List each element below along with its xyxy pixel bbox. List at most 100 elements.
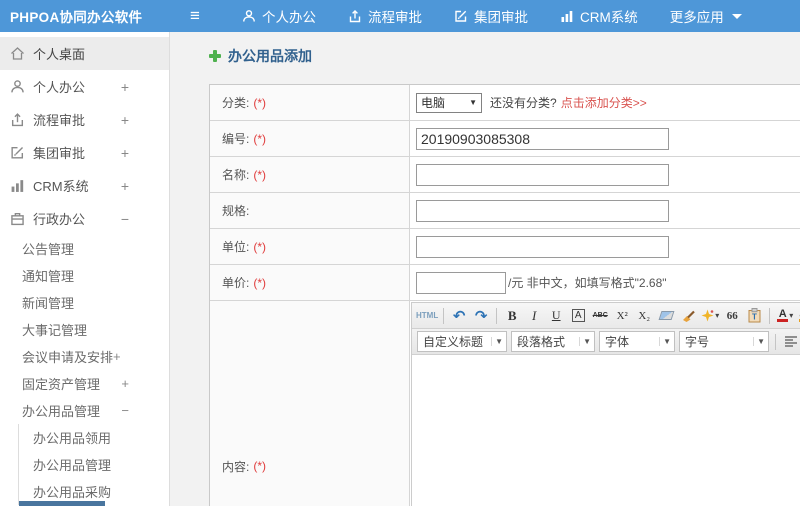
remove-format-icon[interactable] [656,306,676,326]
expand-plus-icon[interactable]: + [121,178,129,194]
expand-plus-icon[interactable]: + [121,145,129,161]
expand-plus-icon[interactable]: + [121,376,129,391]
superscript-button[interactable]: X² [612,306,632,326]
sidebar-item-announcement-mgmt[interactable]: 公告管理 [0,235,169,262]
sidebar-submenu: 公告管理 通知管理 新闻管理 大事记管理 会议申请及安排 + 固定资产管理 + … [0,235,169,505]
app-logo: PHPOA协同办公软件 [10,10,143,25]
align-left-icon[interactable] [781,332,800,352]
sidebar-item-personal-office[interactable]: 个人办公 + [0,70,169,103]
caret-down-icon: ▾ [789,311,794,320]
nav-item-group-approval[interactable]: 集团审批 [454,6,528,26]
bar-chart-icon [10,178,25,193]
auto-typeset-icon[interactable]: ▾ [700,306,720,326]
code-input[interactable] [416,127,669,150]
font-style-button[interactable]: A [568,306,588,326]
category-selected-value: 电脑 [421,96,446,110]
spec-label: 规格: [210,193,410,228]
collapse-minus-icon[interactable]: − [121,403,129,418]
sidebar-item-label: 办公用品管理 [33,458,112,473]
sidebar-item-news-mgmt[interactable]: 新闻管理 [0,289,169,316]
editor-toolbar-row1: HTML ↶ ↷ B I U A ABC X² X₂ ▾ 66 T A ▾ [412,303,800,329]
category-hint-text: 还没有分类? [490,96,557,110]
app-window: PHPOA协同办公软件 ≡ 个人办公 流程审批 集团审批 CRM系统 更多应用 … [0,0,800,506]
page-title: 办公用品添加 [209,46,800,66]
price-input[interactable] [416,271,506,294]
nav-item-crm-system[interactable]: CRM系统 [560,6,638,26]
form-row-spec: 规格: [210,193,800,229]
hamburger-icon[interactable]: ≡ [182,6,208,26]
undo-button[interactable]: ↶ [449,306,469,326]
font-color-button[interactable]: A ▾ [775,306,795,326]
font-family-select[interactable]: 字体 ▼ [599,331,675,352]
source-code-button[interactable]: HTML [416,306,438,326]
spec-input[interactable] [416,199,669,222]
strikethrough-button[interactable]: ABC [590,306,610,326]
collapse-minus-icon[interactable]: − [121,211,129,227]
underline-button[interactable]: U [546,306,566,326]
sidebar-item-label: 办公用品管理 [22,404,101,419]
code-label: 编号: (*) [210,121,410,156]
form-row-code: 编号: (*) [210,121,800,157]
select-caret-icon: ▼ [469,98,477,107]
editor-content-area[interactable] [412,355,800,506]
sidebar-item-supplies-manage[interactable]: 办公用品管理 [19,451,169,478]
font-size-select[interactable]: 字号 ▼ [679,331,769,352]
sidebar-item-notice-mgmt[interactable]: 通知管理 [0,262,169,289]
paste-as-text-icon[interactable]: T [744,306,764,326]
add-plus-icon [209,50,221,62]
sidebar-item-label: 新闻管理 [22,296,75,311]
form-row-content: 内容: (*) HTML ↶ ↷ B I U A ABC X² X₂ ▾ 66 … [210,301,800,506]
nav-label: 集团审批 [474,10,528,25]
sidebar-subsubmenu: 办公用品领用 办公用品管理 办公用品采购 [18,424,169,505]
expand-plus-icon[interactable]: + [121,112,129,128]
required-marker: (*) [253,167,267,182]
sidebar-item-meeting-request[interactable]: 会议申请及安排 + [0,343,169,370]
quick-format-icon[interactable] [678,306,698,326]
category-select[interactable]: 电脑 ▼ [416,92,482,113]
blockquote-button[interactable]: 66 [722,306,742,326]
sidebar-item-supplies-claim[interactable]: 办公用品领用 [19,424,169,451]
user-icon [10,79,25,94]
price-label: 单价: (*) [210,265,410,300]
italic-button[interactable]: I [524,306,544,326]
sidebar-item-workflow-approval[interactable]: 流程审批 + [0,103,169,136]
add-category-link[interactable]: 点击添加分类>> [561,94,647,111]
sidebar-item-admin-office[interactable]: 行政办公 − [0,202,169,235]
nav-label: 个人办公 [262,10,316,25]
paragraph-format-select[interactable]: 段落格式 ▼ [511,331,595,352]
sidebar-item-partially-visible[interactable] [19,501,105,506]
edit-square-icon [10,145,25,160]
sidebar-item-fixed-assets-mgmt[interactable]: 固定资产管理 + [0,370,169,397]
topbar: PHPOA协同办公软件 ≡ 个人办公 流程审批 集团审批 CRM系统 更多应用 [0,0,800,32]
user-icon [242,9,256,23]
custom-title-select[interactable]: 自定义标题 ▼ [417,331,507,352]
sidebar-item-label: 办公用品采购 [33,485,112,500]
sidebar-item-crm-system[interactable]: CRM系统 + [0,169,169,202]
nav-item-workflow-approval[interactable]: 流程审批 [348,6,422,26]
expand-plus-icon[interactable]: + [121,79,129,95]
svg-text:T: T [752,313,757,322]
expand-plus-icon[interactable]: + [113,349,121,364]
sidebar-item-label: 通知管理 [22,269,75,284]
main-content: 办公用品添加 分类: (*) 电脑 ▼ 还没有分类? 点击添加分类>> 编号: … [171,32,800,506]
sidebar-item-group-approval[interactable]: 集团审批 + [0,136,169,169]
name-input[interactable] [416,163,669,186]
select-caret-icon: ▼ [579,337,591,346]
bold-button[interactable]: B [502,306,522,326]
sidebar-item-office-supplies-mgmt[interactable]: 办公用品管理 − [0,397,169,424]
unit-label: 单位: (*) [210,229,410,264]
subscript-button[interactable]: X₂ [634,306,654,326]
form-row-category: 分类: (*) 电脑 ▼ 还没有分类? 点击添加分类>> [210,85,800,121]
caret-down-icon: ▾ [715,311,720,320]
nav-label: 流程审批 [368,10,422,25]
nav-item-more-apps[interactable]: 更多应用 [670,6,742,26]
unit-input[interactable] [416,235,669,258]
sidebar-item-label: 个人办公 [33,80,86,95]
nav-item-personal-office[interactable]: 个人办公 [242,6,316,26]
sidebar-item-label: 流程审批 [33,113,86,128]
select-caret-icon: ▼ [753,337,765,346]
sidebar-item-label: 固定资产管理 [22,377,101,392]
sidebar-item-memorabilia-mgmt[interactable]: 大事记管理 [0,316,169,343]
redo-button[interactable]: ↷ [471,306,491,326]
sidebar-item-personal-desktop[interactable]: 个人桌面 [0,37,169,70]
